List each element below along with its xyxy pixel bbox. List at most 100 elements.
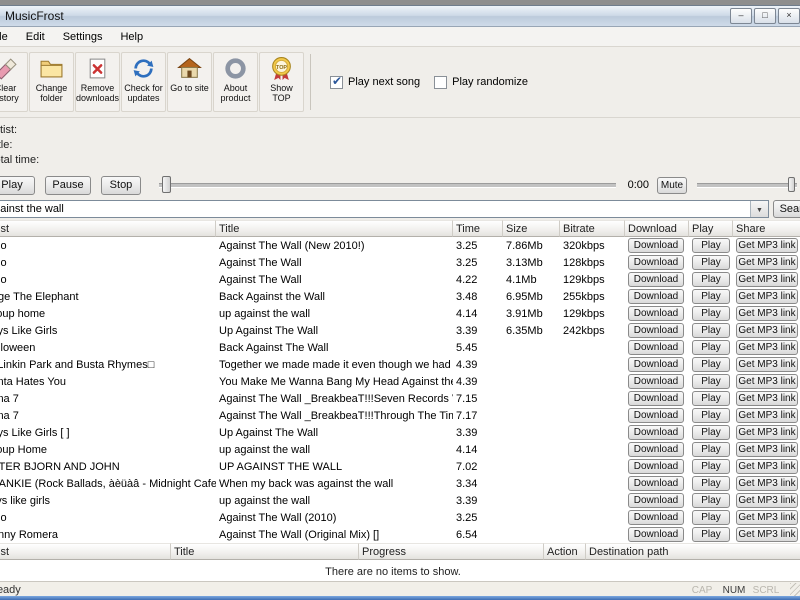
get-mp3-link-button[interactable]: Get MP3 link [736, 527, 798, 542]
table-row[interactable]: □□Linkin Park and Busta Rhymes□Together … [0, 356, 800, 373]
row-play-button[interactable]: Play [692, 374, 730, 389]
row-play-button[interactable]: Play [692, 527, 730, 542]
close-button[interactable]: × [778, 8, 800, 24]
row-play-button[interactable]: Play [692, 408, 730, 423]
table-row[interactable]: boys like girlsup against the wall3.39Do… [0, 492, 800, 509]
row-play-button[interactable]: Play [692, 323, 730, 338]
checkbox-box[interactable] [434, 76, 447, 89]
column-header-download[interactable]: Download [625, 220, 689, 237]
get-mp3-link-button[interactable]: Get MP3 link [736, 425, 798, 440]
table-row[interactable]: Arina 7Against The Wall _BreakbeaT!!!Thr… [0, 407, 800, 424]
download-button[interactable]: Download [628, 255, 684, 270]
row-play-button[interactable]: Play [692, 425, 730, 440]
pause-button[interactable]: Pause [45, 176, 91, 195]
checkbox-play-next-song[interactable]: Play next song [330, 76, 420, 89]
get-mp3-link-button[interactable]: Get MP3 link [736, 510, 798, 525]
volume-slider[interactable] [697, 183, 797, 188]
table-row[interactable]: NinoAgainst The Wall3.253.13Mb128kbpsDow… [0, 254, 800, 271]
row-play-button[interactable]: Play [692, 255, 730, 270]
seek-slider[interactable] [159, 183, 616, 188]
play-button[interactable]: Play [0, 176, 35, 195]
toolbar-about-product[interactable]: About product [213, 52, 258, 112]
toolbar-clear-history[interactable]: Clear history [0, 52, 28, 112]
download-button[interactable]: Download [628, 510, 684, 525]
download-button[interactable]: Download [628, 340, 684, 355]
get-mp3-link-button[interactable]: Get MP3 link [736, 357, 798, 372]
get-mp3-link-button[interactable]: Get MP3 link [736, 272, 798, 287]
row-play-button[interactable]: Play [692, 459, 730, 474]
menu-file[interactable]: File [0, 29, 17, 45]
get-mp3-link-button[interactable]: Get MP3 link [736, 391, 798, 406]
downloads-column-header-title[interactable]: Title [171, 543, 359, 560]
seek-slider-thumb[interactable] [162, 176, 171, 193]
download-button[interactable]: Download [628, 391, 684, 406]
title-bar[interactable]: MusicFrost –□× [0, 6, 800, 27]
mute-button[interactable]: Mute [657, 177, 687, 194]
table-row[interactable]: NinoAgainst The Wall4.224.1Mb129kbpsDown… [0, 271, 800, 288]
download-button[interactable]: Download [628, 527, 684, 542]
toolbar-show-top[interactable]: TOPShow TOP [259, 52, 304, 112]
search-input[interactable] [0, 200, 769, 218]
column-header-time[interactable]: Time [453, 220, 503, 237]
get-mp3-link-button[interactable]: Get MP3 link [736, 374, 798, 389]
download-button[interactable]: Download [628, 493, 684, 508]
table-row[interactable]: Danny RomeraAgainst The Wall (Original M… [0, 526, 800, 543]
get-mp3-link-button[interactable]: Get MP3 link [736, 493, 798, 508]
row-play-button[interactable]: Play [692, 238, 730, 253]
get-mp3-link-button[interactable]: Get MP3 link [736, 459, 798, 474]
download-button[interactable]: Download [628, 459, 684, 474]
download-button[interactable]: Download [628, 289, 684, 304]
volume-slider-thumb[interactable] [788, 177, 795, 192]
column-header-size[interactable]: Size [503, 220, 560, 237]
get-mp3-link-button[interactable]: Get MP3 link [736, 340, 798, 355]
downloads-column-header-destination-path[interactable]: Destination path [586, 543, 800, 560]
table-row[interactable]: Boys Like GirlsUp Against The Wall3.396.… [0, 322, 800, 339]
get-mp3-link-button[interactable]: Get MP3 link [736, 442, 798, 457]
row-play-button[interactable]: Play [692, 510, 730, 525]
download-button[interactable]: Download [628, 476, 684, 491]
row-play-button[interactable]: Play [692, 289, 730, 304]
column-header-bitrate[interactable]: Bitrate [560, 220, 625, 237]
combo-dropdown-button[interactable] [750, 201, 768, 217]
menu-edit[interactable]: Edit [17, 29, 54, 45]
menu-help[interactable]: Help [111, 29, 152, 45]
get-mp3-link-button[interactable]: Get MP3 link [736, 289, 798, 304]
resize-grip[interactable] [790, 583, 800, 597]
checkbox-play-randomize[interactable]: Play randomize [434, 76, 528, 89]
download-button[interactable]: Download [628, 357, 684, 372]
menu-settings[interactable]: Settings [54, 29, 112, 45]
toolbar-go-to-site[interactable]: Go to site [167, 52, 212, 112]
row-play-button[interactable]: Play [692, 476, 730, 491]
download-button[interactable]: Download [628, 374, 684, 389]
get-mp3-link-button[interactable]: Get MP3 link [736, 238, 798, 253]
table-row[interactable]: Arina 7Against The Wall _BreakbeaT!!!Sev… [0, 390, 800, 407]
column-header-title[interactable]: Title [216, 220, 453, 237]
checkbox-box[interactable] [330, 76, 343, 89]
download-button[interactable]: Download [628, 442, 684, 457]
downloads-column-header-artist[interactable]: Artist [0, 543, 171, 560]
download-button[interactable]: Download [628, 425, 684, 440]
row-play-button[interactable]: Play [692, 493, 730, 508]
table-row[interactable]: Cage The ElephantBack Against the Wall3.… [0, 288, 800, 305]
download-button[interactable]: Download [628, 238, 684, 253]
row-play-button[interactable]: Play [692, 272, 730, 287]
row-play-button[interactable]: Play [692, 340, 730, 355]
table-row[interactable]: Group Homeup against the wall4.14Downloa… [0, 441, 800, 458]
table-row[interactable]: NinoAgainst The Wall (2010)3.25DownloadP… [0, 509, 800, 526]
table-row[interactable]: Santa Hates YouYou Make Me Wanna Bang My… [0, 373, 800, 390]
toolbar-check-for-updates[interactable]: Check for updates [121, 52, 166, 112]
search-button[interactable]: Search [773, 200, 800, 218]
table-row[interactable]: Group homeup against the wall4.143.91Mb1… [0, 305, 800, 322]
toolbar-change-folder[interactable]: Change folder [29, 52, 74, 112]
get-mp3-link-button[interactable]: Get MP3 link [736, 306, 798, 321]
download-button[interactable]: Download [628, 323, 684, 338]
download-button[interactable]: Download [628, 272, 684, 287]
column-header-artist[interactable]: Artist [0, 220, 216, 237]
column-header-share[interactable]: Share [733, 220, 800, 237]
table-row[interactable]: NinoAgainst The Wall (New 2010!)3.257.86… [0, 237, 800, 254]
table-row[interactable]: PETER BJORN AND JOHNUP AGAINST THE WALL7… [0, 458, 800, 475]
row-play-button[interactable]: Play [692, 306, 730, 321]
get-mp3-link-button[interactable]: Get MP3 link [736, 408, 798, 423]
downloads-column-header-action[interactable]: Action [544, 543, 586, 560]
stop-button[interactable]: Stop [101, 176, 141, 195]
